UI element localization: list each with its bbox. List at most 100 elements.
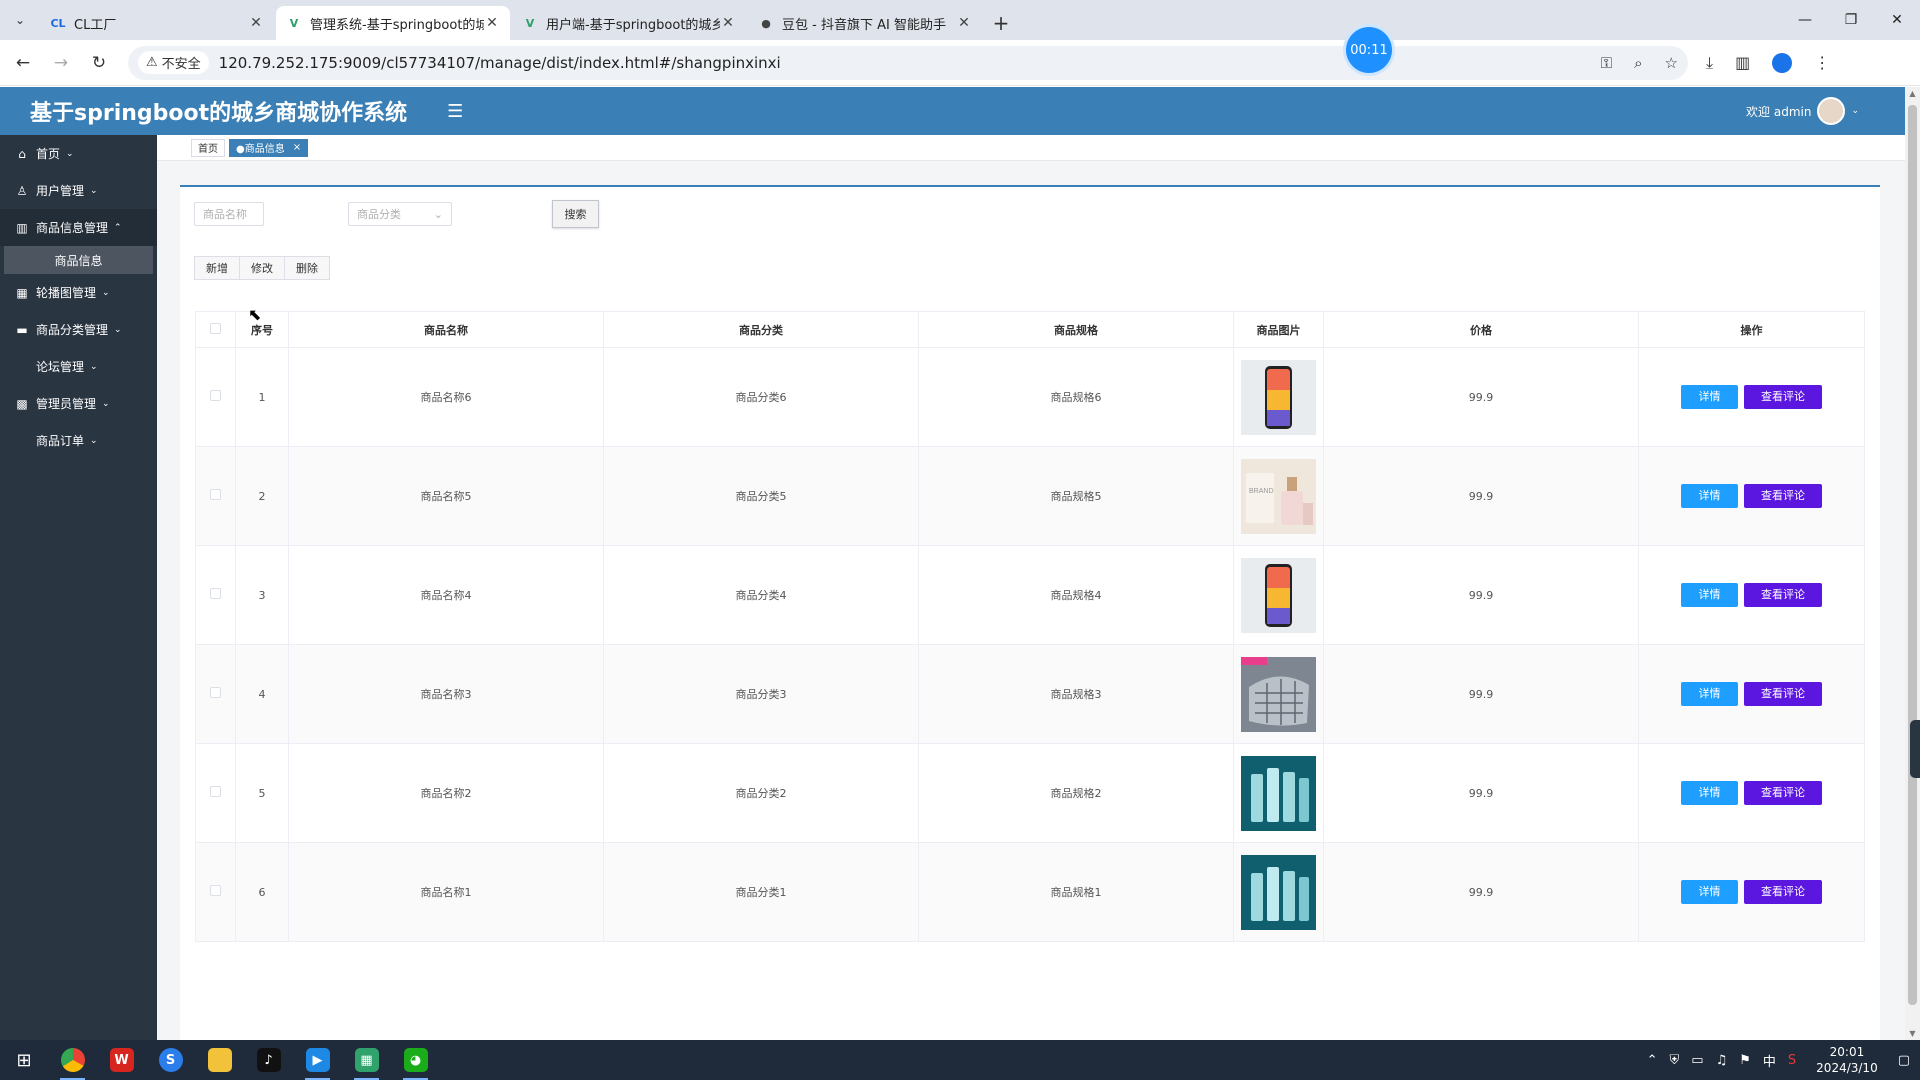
- new-tab-button[interactable]: +: [984, 6, 1018, 40]
- volume-icon[interactable]: ♫: [1716, 1053, 1728, 1068]
- product-image[interactable]: [1234, 656, 1323, 732]
- product-image[interactable]: [1234, 755, 1323, 831]
- notification-icon[interactable]: ▢: [1898, 1053, 1910, 1068]
- close-tab-icon[interactable]: ✕: [484, 15, 500, 31]
- wps-icon: W: [109, 1048, 134, 1072]
- row-checkbox[interactable]: [210, 588, 221, 599]
- add-button[interactable]: 新增: [194, 256, 240, 280]
- action-buttons: 新增 修改 删除: [194, 256, 330, 280]
- reload-button[interactable]: ↻: [84, 48, 114, 78]
- view-reviews-button[interactable]: 查看评论: [1744, 583, 1822, 607]
- menu-kebab-icon[interactable]: ⋮: [1814, 53, 1830, 72]
- taskbar-wps[interactable]: W: [97, 1040, 146, 1080]
- edit-button[interactable]: 修改: [239, 256, 285, 280]
- back-button[interactable]: ←: [8, 48, 38, 78]
- scroll-up-icon[interactable]: ▲: [1905, 89, 1920, 98]
- tag-home[interactable]: 首页: [191, 138, 225, 157]
- row-checkbox[interactable]: [210, 687, 221, 698]
- tag-product-info[interactable]: ●商品信息 ×: [229, 138, 309, 157]
- tags-view: 首页 ●商品信息 ×: [157, 135, 1905, 161]
- url-field[interactable]: ⚠ 不安全 120.79.252.175:9009/cl57734107/man…: [128, 45, 1688, 80]
- category-select-placeholder: 商品分类: [357, 208, 401, 221]
- tab-list-button[interactable]: ⌄: [0, 0, 40, 40]
- close-window-button[interactable]: ✕: [1874, 0, 1920, 40]
- taskbar-wechat[interactable]: ◕: [391, 1040, 440, 1080]
- delete-button[interactable]: 删除: [284, 256, 330, 280]
- close-icon[interactable]: ×: [293, 142, 301, 153]
- browser-tab[interactable]: V 管理系统-基于springboot的城 ✕: [276, 6, 510, 40]
- category-select[interactable]: 商品分类 ⌄: [348, 202, 452, 226]
- detail-button[interactable]: 详情: [1681, 484, 1738, 508]
- browser-tab[interactable]: CL CL工厂 ✕: [40, 6, 274, 40]
- recording-timer[interactable]: 00:11: [1346, 27, 1392, 73]
- taskbar-store[interactable]: ▦: [342, 1040, 391, 1080]
- sidebar-item-home[interactable]: ⌂ 首页 ⌄: [0, 135, 157, 172]
- minimize-button[interactable]: —: [1782, 0, 1828, 40]
- browser-tab[interactable]: V 用户端-基于springboot的城乡 ✕: [512, 6, 746, 40]
- network-icon[interactable]: ▭: [1691, 1053, 1703, 1068]
- sidebar-item-product-info[interactable]: ▥ 商品信息管理 ⌃: [0, 209, 157, 246]
- shield-icon[interactable]: ⛨: [1670, 1053, 1680, 1068]
- sogou-tray-icon[interactable]: S: [1788, 1053, 1796, 1068]
- select-all-checkbox[interactable]: [210, 322, 221, 334]
- view-reviews-button[interactable]: 查看评论: [1744, 781, 1822, 805]
- detail-button[interactable]: 详情: [1681, 781, 1738, 805]
- row-checkbox[interactable]: [210, 390, 221, 401]
- sidebar-item-admins[interactable]: ▩ 管理员管理 ⌄: [0, 385, 157, 422]
- product-image[interactable]: BRAND: [1234, 458, 1323, 534]
- product-category-cell: 商品分类1: [603, 842, 919, 942]
- chevron-up-icon[interactable]: ⌃: [1647, 1053, 1658, 1068]
- sidebar-subitem-product-info[interactable]: 商品信息: [4, 246, 153, 274]
- detail-button[interactable]: 详情: [1681, 385, 1738, 409]
- page-scrollbar[interactable]: ▲ ▼: [1905, 87, 1920, 1040]
- key-icon[interactable]: ⚿: [1601, 54, 1612, 72]
- view-reviews-button[interactable]: 查看评论: [1744, 385, 1822, 409]
- side-panel-handle[interactable]: [1910, 720, 1920, 778]
- view-reviews-button[interactable]: 查看评论: [1744, 682, 1822, 706]
- close-tab-icon[interactable]: ✕: [248, 15, 264, 31]
- taskbar-explorer[interactable]: [195, 1040, 244, 1080]
- user-menu[interactable]: 欢迎 admin ⌄: [1746, 97, 1859, 125]
- row-checkbox[interactable]: [210, 885, 221, 896]
- taskbar-chrome[interactable]: [48, 1040, 97, 1080]
- taskbar-media[interactable]: ▶: [293, 1040, 342, 1080]
- tray-app-icon[interactable]: ⚑: [1739, 1053, 1751, 1068]
- sidebar-item-category[interactable]: ▬ 商品分类管理 ⌄: [0, 311, 157, 348]
- forward-button[interactable]: →: [46, 48, 76, 78]
- taskbar-douyin[interactable]: ♪: [244, 1040, 293, 1080]
- hamburger-menu-icon[interactable]: ☰: [447, 101, 463, 122]
- download-icon[interactable]: ⤓: [1706, 53, 1713, 73]
- detail-button[interactable]: 详情: [1681, 583, 1738, 607]
- view-reviews-button[interactable]: 查看评论: [1744, 880, 1822, 904]
- sidebar-item-users[interactable]: ♙ 用户管理 ⌄: [0, 172, 157, 209]
- close-tab-icon[interactable]: ✕: [720, 15, 736, 31]
- profile-avatar[interactable]: [1772, 52, 1793, 73]
- product-image[interactable]: [1234, 557, 1323, 633]
- user-avatar[interactable]: [1817, 97, 1846, 125]
- sidebar-item-carousel[interactable]: ▦ 轮播图管理 ⌄: [0, 274, 157, 311]
- clock[interactable]: 20:01 2024/3/10: [1816, 1044, 1878, 1076]
- search-button[interactable]: 搜索: [552, 200, 599, 228]
- scroll-down-icon[interactable]: ▼: [1905, 1029, 1920, 1038]
- product-image[interactable]: [1234, 359, 1323, 435]
- security-indicator[interactable]: ⚠ 不安全: [138, 51, 209, 74]
- product-image[interactable]: [1234, 854, 1323, 930]
- view-reviews-button[interactable]: 查看评论: [1744, 484, 1822, 508]
- taskbar-sogou[interactable]: S: [146, 1040, 195, 1080]
- row-checkbox[interactable]: [210, 786, 221, 797]
- windows-start-icon[interactable]: ⊞: [0, 1040, 48, 1080]
- ime-indicator[interactable]: 中: [1763, 1051, 1776, 1070]
- restore-button[interactable]: ❐: [1828, 0, 1874, 40]
- detail-button[interactable]: 详情: [1681, 682, 1738, 706]
- browser-tab[interactable]: ● 豆包 - 抖音旗下 AI 智能助手 ✕: [748, 6, 982, 40]
- close-tab-icon[interactable]: ✕: [956, 15, 972, 31]
- sidebar-item-forum[interactable]: 论坛管理 ⌄: [0, 348, 157, 385]
- zoom-icon[interactable]: ⌕: [1634, 54, 1642, 72]
- row-checkbox[interactable]: [210, 489, 221, 500]
- scrollbar-thumb[interactable]: [1908, 105, 1917, 1005]
- detail-button[interactable]: 详情: [1681, 880, 1738, 904]
- bookmark-star-icon[interactable]: ☆: [1665, 54, 1678, 72]
- sidebar-item-orders[interactable]: 商品订单 ⌄: [0, 422, 157, 459]
- side-panel-icon[interactable]: ▥: [1735, 53, 1750, 72]
- product-name-input[interactable]: 商品名称: [194, 202, 264, 226]
